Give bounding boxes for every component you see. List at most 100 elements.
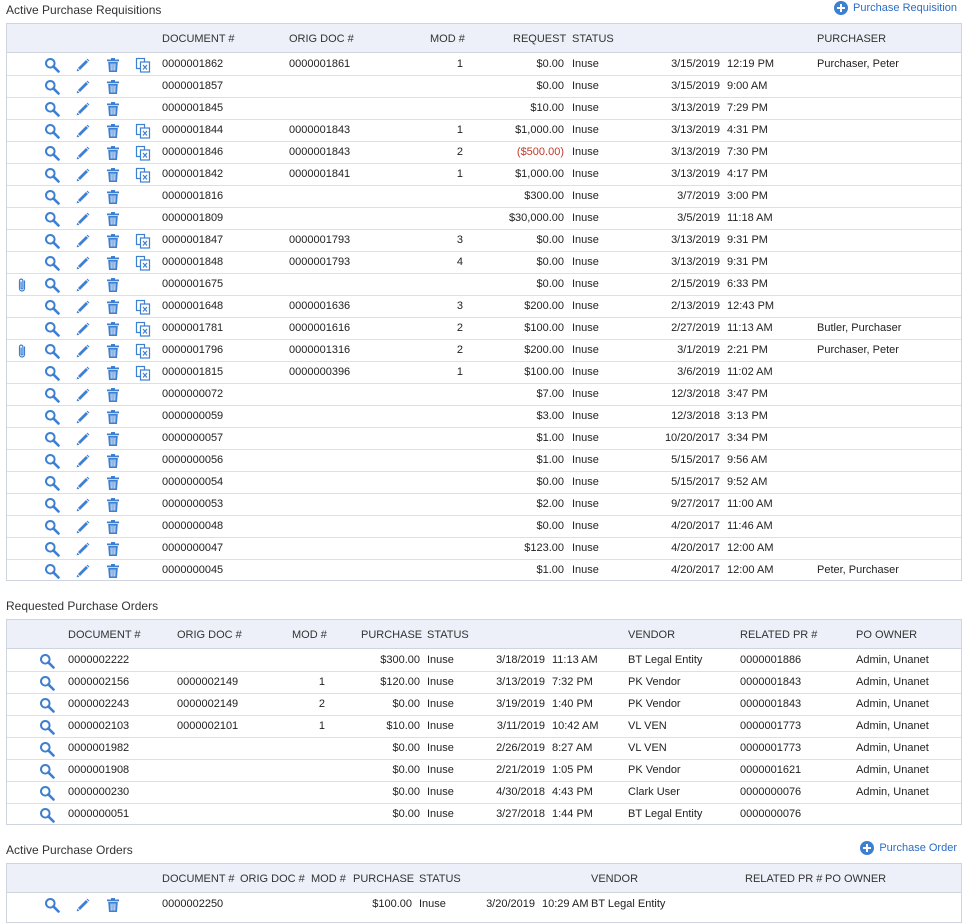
table-row[interactable]: 0000000230$0.00Inuse4/30/20184:43 PMClar… (7, 782, 961, 804)
add-purchase-requisition-link[interactable]: Purchase Requisition (834, 1, 957, 15)
table-row[interactable]: 000000186200000018611$0.00Inuse3/15/2019… (7, 54, 961, 76)
table-row[interactable]: 0000001809$30,000.00Inuse3/5/201911:18 A… (7, 208, 961, 230)
column-header-mod[interactable]: MOD # (292, 620, 327, 650)
attachment-icon[interactable] (14, 343, 30, 359)
edit-pencil-icon[interactable] (75, 277, 91, 293)
add-purchase-order-link[interactable]: Purchase Order (860, 841, 957, 855)
trash-icon[interactable] (105, 387, 121, 403)
edit-pencil-icon[interactable] (75, 897, 91, 913)
search-icon[interactable] (39, 807, 55, 823)
column-header-status[interactable]: STATUS (572, 24, 614, 54)
trash-icon[interactable] (105, 277, 121, 293)
search-icon[interactable] (44, 475, 60, 491)
search-icon[interactable] (44, 321, 60, 337)
table-row[interactable]: 0000002250$100.00Inuse3/20/201910:29 AMB… (7, 894, 961, 916)
trash-icon[interactable] (105, 409, 121, 425)
search-icon[interactable] (44, 409, 60, 425)
copy-icon[interactable] (135, 255, 151, 271)
column-header-po-owner[interactable]: PO OWNER (856, 620, 917, 650)
edit-pencil-icon[interactable] (75, 519, 91, 535)
edit-pencil-icon[interactable] (75, 541, 91, 557)
search-icon[interactable] (44, 387, 60, 403)
table-row[interactable]: 000000184700000017933$0.00Inuse3/13/2019… (7, 230, 961, 252)
search-icon[interactable] (44, 189, 60, 205)
trash-icon[interactable] (105, 475, 121, 491)
column-header-status[interactable]: STATUS (427, 620, 469, 650)
table-row[interactable]: 000000184200000018411$1,000.00Inuse3/13/… (7, 164, 961, 186)
table-row[interactable]: 0000002222$300.00Inuse3/18/201911:13 AMB… (7, 650, 961, 672)
edit-pencil-icon[interactable] (75, 101, 91, 117)
edit-pencil-icon[interactable] (75, 57, 91, 73)
trash-icon[interactable] (105, 167, 121, 183)
edit-pencil-icon[interactable] (75, 255, 91, 271)
search-icon[interactable] (44, 277, 60, 293)
edit-pencil-icon[interactable] (75, 431, 91, 447)
copy-icon[interactable] (135, 365, 151, 381)
search-icon[interactable] (44, 497, 60, 513)
table-row[interactable]: 0000000057$1.00Inuse10/20/20173:34 PM (7, 428, 961, 450)
table-row[interactable]: 0000001908$0.00Inuse2/21/20191:05 PMPK V… (7, 760, 961, 782)
column-header-mod[interactable]: MOD # (311, 864, 346, 894)
edit-pencil-icon[interactable] (75, 387, 91, 403)
column-header-document[interactable]: DOCUMENT # (162, 24, 235, 54)
table-row[interactable]: 000000184800000017934$0.00Inuse3/13/2019… (7, 252, 961, 274)
table-row[interactable]: 000000184600000018432($500.00)Inuse3/13/… (7, 142, 961, 164)
table-row[interactable]: 0000000059$3.00Inuse12/3/20183:13 PM (7, 406, 961, 428)
search-icon[interactable] (44, 233, 60, 249)
table-row[interactable]: 0000000045$1.00Inuse4/20/201712:00 AMPet… (7, 560, 961, 582)
trash-icon[interactable] (105, 211, 121, 227)
search-icon[interactable] (44, 365, 60, 381)
edit-pencil-icon[interactable] (75, 497, 91, 513)
search-icon[interactable] (44, 101, 60, 117)
search-icon[interactable] (44, 299, 60, 315)
trash-icon[interactable] (105, 343, 121, 359)
table-row[interactable]: 0000000053$2.00Inuse9/27/201711:00 AM (7, 494, 961, 516)
search-icon[interactable] (39, 785, 55, 801)
trash-icon[interactable] (105, 233, 121, 249)
table-row[interactable]: 0000001982$0.00Inuse2/26/20198:27 AMVL V… (7, 738, 961, 760)
column-header-po-owner[interactable]: PO OWNER (825, 864, 886, 894)
search-icon[interactable] (44, 897, 60, 913)
trash-icon[interactable] (105, 57, 121, 73)
column-header-document[interactable]: DOCUMENT # (162, 864, 235, 894)
column-header-related-pr[interactable]: RELATED PR # (745, 864, 822, 894)
copy-icon[interactable] (135, 145, 151, 161)
edit-pencil-icon[interactable] (75, 365, 91, 381)
table-row[interactable]: 0000000047$123.00Inuse4/20/201712:00 AM (7, 538, 961, 560)
trash-icon[interactable] (105, 189, 121, 205)
trash-icon[interactable] (105, 145, 121, 161)
search-icon[interactable] (44, 541, 60, 557)
search-icon[interactable] (44, 453, 60, 469)
column-header-vendor[interactable]: VENDOR (591, 864, 638, 894)
column-header-purchase[interactable]: PURCHASE (353, 864, 414, 894)
edit-pencil-icon[interactable] (75, 321, 91, 337)
edit-pencil-icon[interactable] (75, 409, 91, 425)
copy-icon[interactable] (135, 343, 151, 359)
trash-icon[interactable] (105, 255, 121, 271)
column-header-status[interactable]: STATUS (419, 864, 461, 894)
trash-icon[interactable] (105, 453, 121, 469)
table-row[interactable]: 0000000051$0.00Inuse3/27/20181:44 PMBT L… (7, 804, 961, 826)
column-header-purchaser[interactable]: PURCHASER (817, 24, 886, 54)
edit-pencil-icon[interactable] (75, 79, 91, 95)
search-icon[interactable] (44, 211, 60, 227)
copy-icon[interactable] (135, 233, 151, 249)
edit-pencil-icon[interactable] (75, 211, 91, 227)
search-icon[interactable] (44, 563, 60, 579)
trash-icon[interactable] (105, 79, 121, 95)
column-header-request[interactable]: REQUEST (513, 24, 566, 54)
trash-icon[interactable] (105, 497, 121, 513)
search-icon[interactable] (44, 123, 60, 139)
table-row[interactable]: 0000001845$10.00Inuse3/13/20197:29 PM (7, 98, 961, 120)
edit-pencil-icon[interactable] (75, 563, 91, 579)
table-row[interactable]: 000000215600000021491$120.00Inuse3/13/20… (7, 672, 961, 694)
edit-pencil-icon[interactable] (75, 453, 91, 469)
trash-icon[interactable] (105, 563, 121, 579)
column-header-related-pr[interactable]: RELATED PR # (740, 620, 817, 650)
trash-icon[interactable] (105, 123, 121, 139)
trash-icon[interactable] (105, 365, 121, 381)
column-header-purchase[interactable]: PURCHASE (361, 620, 422, 650)
table-row[interactable]: 000000210300000021011$10.00Inuse3/11/201… (7, 716, 961, 738)
trash-icon[interactable] (105, 321, 121, 337)
table-row[interactable]: 000000184400000018431$1,000.00Inuse3/13/… (7, 120, 961, 142)
